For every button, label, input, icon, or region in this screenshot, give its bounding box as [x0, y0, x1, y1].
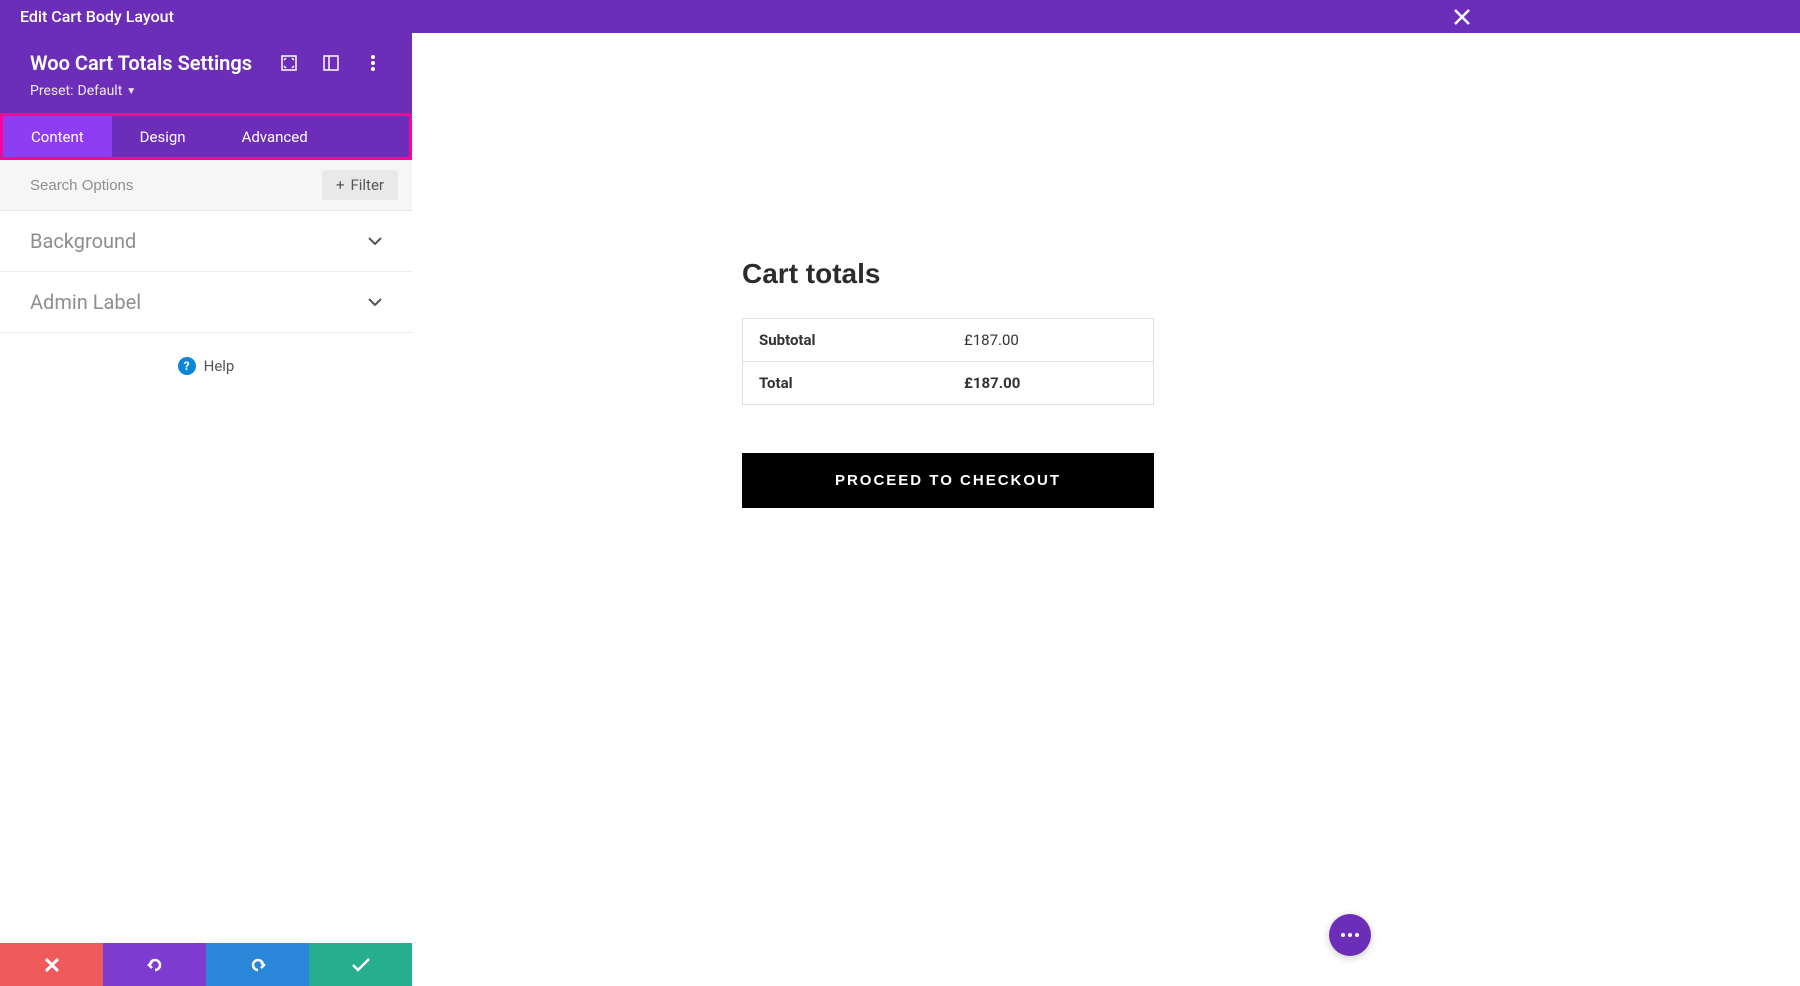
accordion-background-label: Background — [30, 229, 136, 253]
subtotal-value: £187.00 — [948, 319, 1154, 362]
filter-label: Filter — [350, 176, 384, 194]
fab-button[interactable] — [1329, 914, 1371, 956]
help-link[interactable]: ? Help — [0, 333, 412, 399]
help-icon: ? — [178, 357, 196, 375]
accordion-background[interactable]: Background — [0, 211, 412, 272]
undo-button[interactable] — [103, 943, 206, 986]
settings-title: Woo Cart Totals Settings — [30, 51, 252, 75]
checkout-button[interactable]: PROCEED TO CHECKOUT — [742, 453, 1154, 508]
search-input[interactable] — [30, 177, 322, 194]
more-horizontal-icon — [1341, 933, 1359, 937]
help-label: Help — [204, 357, 235, 375]
chevron-down-icon — [368, 237, 382, 245]
tab-design[interactable]: Design — [112, 116, 214, 157]
tab-advanced[interactable]: Advanced — [214, 116, 336, 157]
cancel-button[interactable] — [0, 943, 103, 986]
caret-down-icon: ▼ — [126, 86, 136, 97]
total-row: Total £187.00 — [743, 362, 1154, 405]
more-icon[interactable] — [364, 54, 382, 72]
filter-button[interactable]: + Filter — [322, 170, 398, 200]
preset-selector[interactable]: Preset: Default ▼ — [30, 83, 382, 99]
top-bar-title: Edit Cart Body Layout — [20, 7, 174, 26]
footer-buttons — [0, 943, 412, 986]
preset-label: Preset: — [30, 83, 74, 99]
tab-content[interactable]: Content — [3, 116, 112, 157]
close-icon[interactable] — [1454, 9, 1470, 25]
accordion-admin-label[interactable]: Admin Label — [0, 272, 412, 333]
accordion-admin-label-label: Admin Label — [30, 290, 141, 314]
search-row: + Filter — [0, 160, 412, 211]
preset-value: Default — [78, 83, 123, 99]
tabs-bar: Content Design Advanced — [0, 113, 412, 160]
sidebar-toggle-icon[interactable] — [322, 54, 340, 72]
top-bar: Edit Cart Body Layout — [0, 0, 1800, 33]
total-label: Total — [743, 362, 949, 405]
expand-icon[interactable] — [280, 54, 298, 72]
redo-button[interactable] — [206, 943, 309, 986]
preview-area: Cart totals Subtotal £187.00 Total £187.… — [412, 33, 1800, 986]
chevron-down-icon — [368, 298, 382, 306]
settings-sidebar: Woo Cart Totals Settings Preset: Default… — [0, 33, 412, 986]
subtotal-row: Subtotal £187.00 — [743, 319, 1154, 362]
subtotal-label: Subtotal — [743, 319, 949, 362]
save-button[interactable] — [309, 943, 412, 986]
total-value: £187.00 — [948, 362, 1154, 405]
plus-icon: + — [336, 176, 345, 194]
cart-totals-table: Subtotal £187.00 Total £187.00 — [742, 318, 1154, 405]
settings-header: Woo Cart Totals Settings Preset: Default… — [0, 33, 412, 113]
cart-totals-title: Cart totals — [742, 258, 880, 290]
